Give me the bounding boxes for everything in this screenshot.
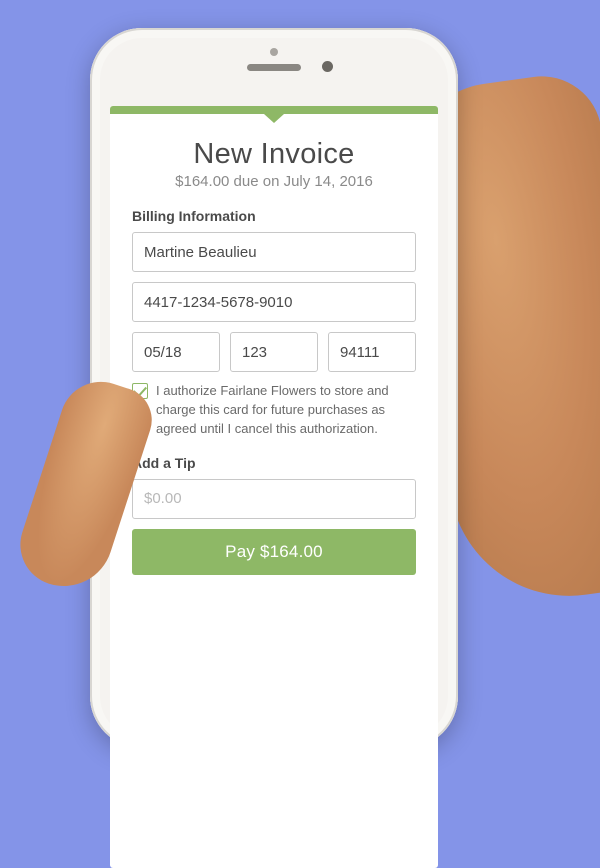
invoice-form: New Invoice $164.00 due on July 14, 2016… [110,114,438,575]
phone-camera [322,61,333,72]
consent-text: I authorize Fairlane Flowers to store an… [156,382,416,439]
expiry-field[interactable] [132,332,220,372]
cvv-field[interactable] [230,332,318,372]
phone-frame: New Invoice $164.00 due on July 14, 2016… [90,28,458,748]
page-title: New Invoice [132,138,416,171]
accent-notch-icon [264,114,284,123]
tip-section-label: Add a Tip [132,455,416,471]
card-number-field[interactable] [132,282,416,322]
name-field[interactable] [132,232,416,272]
billing-section-label: Billing Information [132,208,416,224]
phone-speaker [247,64,301,71]
accent-bar [110,106,438,114]
consent-row: I authorize Fairlane Flowers to store an… [132,382,416,439]
zip-field[interactable] [328,332,416,372]
pay-button[interactable]: Pay $164.00 [132,529,416,575]
phone-screen: New Invoice $164.00 due on July 14, 2016… [110,106,438,868]
tip-field[interactable] [132,479,416,519]
due-subtitle: $164.00 due on July 14, 2016 [132,173,416,190]
card-details-row [132,332,416,372]
sensor-dot [270,48,278,56]
